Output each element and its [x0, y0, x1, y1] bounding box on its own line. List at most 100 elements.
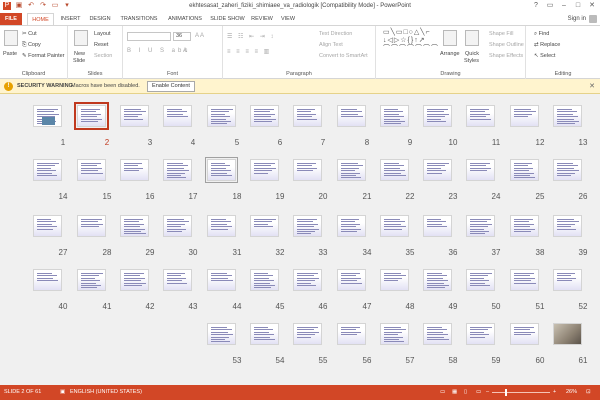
slide-thumbnail-2[interactable]: 2 — [74, 102, 119, 158]
slide-thumbnail-31[interactable]: 31 — [206, 215, 249, 268]
slide-preview[interactable] — [293, 105, 322, 127]
quick-styles-icon[interactable] — [465, 30, 479, 46]
minimize-button[interactable]: – — [558, 1, 570, 11]
slide-thumbnail-34[interactable]: 34 — [336, 215, 379, 268]
section-button[interactable]: Section — [94, 53, 112, 59]
zoom-in-icon[interactable]: + — [553, 389, 556, 395]
font-color-icon[interactable]: A — [183, 48, 187, 54]
slide-thumbnail-13[interactable]: 13 — [552, 105, 595, 158]
arrange-icon[interactable] — [443, 30, 457, 46]
slide-thumbnail-21[interactable]: 21 — [336, 159, 379, 212]
slide-thumbnail-58[interactable]: 58 — [422, 323, 465, 376]
slide-thumbnail-22[interactable]: 22 — [379, 159, 422, 212]
slide-thumbnail-41[interactable]: 41 — [76, 269, 119, 322]
slide-thumbnail-46[interactable]: 46 — [292, 269, 335, 322]
slide-thumbnail-40[interactable]: 40 — [32, 269, 75, 322]
shape-outline-button[interactable]: Shape Outline — [489, 42, 524, 48]
slide-thumbnail-52[interactable]: 52 — [552, 269, 595, 322]
slide-preview[interactable] — [163, 159, 192, 181]
slide-preview[interactable] — [553, 105, 582, 127]
slideshow-view-icon[interactable]: ▭ — [476, 389, 481, 395]
slide-preview[interactable] — [510, 215, 539, 237]
slide-thumbnail-32[interactable]: 32 — [249, 215, 292, 268]
slide-thumbnail-1[interactable]: 1 — [32, 105, 75, 158]
slide-thumbnail-49[interactable]: 49 — [422, 269, 465, 322]
format-painter-button[interactable]: ✎ Format Painter — [22, 53, 65, 59]
slide-preview[interactable] — [337, 323, 366, 345]
layout-button[interactable]: Layout — [94, 31, 111, 37]
slide-thumbnail-51[interactable]: 51 — [509, 269, 552, 322]
close-button[interactable]: ✕ — [586, 1, 598, 11]
align-buttons[interactable]: ≡ ≡ ≡ ≡ ▥ — [227, 48, 271, 55]
slide-preview[interactable] — [120, 105, 149, 127]
slide-preview[interactable] — [250, 215, 279, 237]
slide-thumbnail-35[interactable]: 35 — [379, 215, 422, 268]
arrange-button[interactable]: Arrange — [440, 51, 460, 57]
slide-thumbnail-43[interactable]: 43 — [162, 269, 205, 322]
slide-thumbnail-8[interactable]: 8 — [336, 105, 379, 158]
slide-thumbnail-27[interactable]: 27 — [32, 215, 75, 268]
slide-thumbnail-33[interactable]: 33 — [292, 215, 335, 268]
tab-review[interactable]: REVIEW — [249, 13, 275, 25]
slide-preview[interactable] — [293, 269, 322, 291]
slide-preview[interactable] — [423, 105, 452, 127]
slide-thumbnail-45[interactable]: 45 — [249, 269, 292, 322]
slide-thumbnail-20[interactable]: 20 — [292, 159, 335, 212]
slide-thumbnail-39[interactable]: 39 — [552, 215, 595, 268]
slide-thumbnail-23[interactable]: 23 — [422, 159, 465, 212]
slide-preview[interactable] — [380, 269, 409, 291]
font-name-combo[interactable] — [127, 32, 171, 41]
maximize-button[interactable]: □ — [572, 1, 584, 11]
slide-thumbnail-38[interactable]: 38 — [509, 215, 552, 268]
slide-preview[interactable] — [553, 215, 582, 237]
slide-preview[interactable] — [207, 105, 236, 127]
language-indicator[interactable]: ENGLISH (UNITED STATES) — [70, 389, 142, 395]
reading-view-icon[interactable]: ▯ — [464, 389, 467, 395]
slide-thumbnail-47[interactable]: 47 — [336, 269, 379, 322]
slide-preview[interactable] — [293, 215, 322, 237]
slide-preview[interactable] — [163, 105, 192, 127]
slide-preview[interactable] — [163, 269, 192, 291]
slide-preview[interactable] — [33, 159, 62, 181]
cut-button[interactable]: ✂ Cut — [22, 31, 37, 37]
slide-preview[interactable] — [380, 323, 409, 345]
paste-button[interactable]: Paste — [3, 51, 17, 57]
slide-thumbnail-6[interactable]: 6 — [249, 105, 292, 158]
copy-button[interactable]: ⎘ Copy — [22, 42, 41, 49]
paste-icon[interactable] — [4, 30, 18, 46]
slide-preview[interactable] — [553, 323, 582, 345]
quick-styles-button[interactable]: Quick — [465, 51, 479, 57]
slide-thumbnail-14[interactable]: 14 — [32, 159, 75, 212]
slide-preview[interactable] — [250, 105, 279, 127]
zoom-slider-thumb[interactable] — [505, 389, 507, 396]
shapes-gallery[interactable]: ▭╲▭□○△╲⌐ ↓◁▷☆{}↑↗ ⌒⌒⌒⌒⌒⌒⌒ — [383, 29, 439, 63]
slide-preview[interactable] — [250, 269, 279, 291]
spellcheck-icon[interactable]: ▣ — [60, 389, 65, 395]
slide-preview[interactable] — [423, 215, 452, 237]
slide-preview[interactable] — [510, 159, 539, 181]
slide-preview[interactable] — [510, 323, 539, 345]
slide-thumbnail-11[interactable]: 11 — [465, 105, 508, 158]
tab-animations[interactable]: ANIMATIONS — [164, 13, 206, 25]
new-slide-icon[interactable] — [74, 30, 88, 46]
slide-preview[interactable] — [207, 323, 236, 345]
slide-thumbnail-44[interactable]: 44 — [206, 269, 249, 322]
slide-preview[interactable] — [553, 269, 582, 291]
slide-preview[interactable] — [380, 215, 409, 237]
slide-thumbnail-26[interactable]: 26 — [552, 159, 595, 212]
slide-thumbnail-36[interactable]: 36 — [422, 215, 465, 268]
convert-smartart-button[interactable]: Convert to SmartArt — [319, 53, 368, 59]
text-direction-button[interactable]: Text Direction — [319, 31, 352, 37]
help-button[interactable]: ? — [530, 1, 542, 11]
slide-thumbnail-56[interactable]: 56 — [336, 323, 379, 376]
slide-preview[interactable] — [337, 269, 366, 291]
slide-preview[interactable] — [510, 269, 539, 291]
slide-preview[interactable] — [466, 105, 495, 127]
slide-preview[interactable] — [163, 215, 192, 237]
account-icon[interactable] — [589, 15, 597, 23]
slide-preview[interactable] — [205, 157, 238, 183]
sign-in-link[interactable]: Sign in — [568, 16, 586, 22]
slide-thumbnail-25[interactable]: 25 — [509, 159, 552, 212]
tab-view[interactable]: VIEW — [278, 13, 298, 25]
slide-preview[interactable] — [120, 159, 149, 181]
